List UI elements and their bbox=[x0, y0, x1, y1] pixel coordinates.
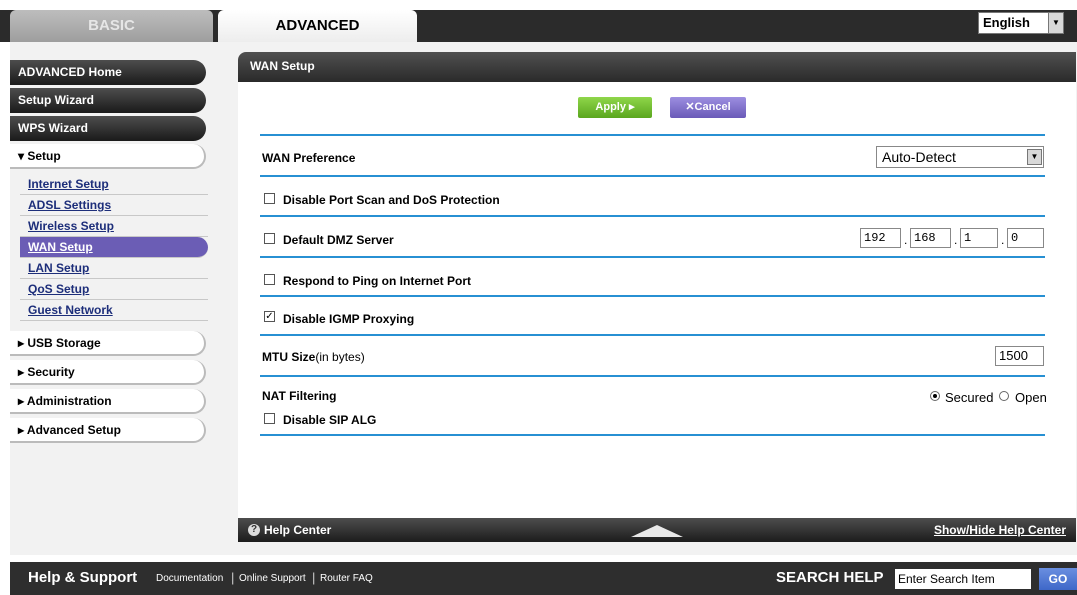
sidebar-item-wps-wizard[interactable]: WPS Wizard bbox=[10, 116, 206, 141]
sidebar-subitem-wireless-setup[interactable]: Wireless Setup bbox=[20, 216, 208, 237]
divider bbox=[260, 215, 1045, 217]
top-tab-bar: BASIC ADVANCED English ▼ bbox=[0, 0, 1077, 42]
sidebar-subitem-qos-setup[interactable]: QoS Setup bbox=[20, 279, 208, 300]
nat-open-label: Open bbox=[1015, 390, 1047, 405]
router-faq-link[interactable]: Router FAQ bbox=[320, 573, 373, 584]
separator: | bbox=[231, 570, 235, 585]
sidebar-subitem-adsl-settings[interactable]: ADSL Settings bbox=[20, 195, 208, 216]
documentation-link[interactable]: Documentation bbox=[156, 573, 223, 584]
ip-dot: . bbox=[904, 233, 908, 247]
mtu-size-unit: (in bytes) bbox=[315, 350, 365, 364]
help-center-bar: ? Help Center Show/Hide Help Center bbox=[238, 518, 1076, 542]
footer-bar: Help & Support Documentation | Online Su… bbox=[10, 562, 1077, 595]
sidebar-item-advanced-setup[interactable]: ▸ Advanced Setup bbox=[10, 418, 206, 443]
disable-sip-label: Disable SIP ALG bbox=[283, 413, 377, 427]
language-value: English bbox=[983, 15, 1030, 30]
divider bbox=[260, 134, 1045, 136]
show-hide-help-link[interactable]: Show/Hide Help Center bbox=[934, 523, 1066, 537]
respond-ping-label: Respond to Ping on Internet Port bbox=[283, 274, 471, 288]
nat-secured-radio[interactable] bbox=[930, 391, 940, 401]
nat-filtering-label: NAT Filtering bbox=[262, 389, 337, 403]
mtu-size-label: MTU Size(in bytes) bbox=[262, 350, 365, 364]
disable-igmp-label: Disable IGMP Proxying bbox=[283, 312, 415, 326]
dmz-ip-octet-1[interactable]: 192 bbox=[860, 228, 901, 248]
sidebar-subitem-guest-network[interactable]: Guest Network bbox=[20, 300, 208, 321]
tab-advanced[interactable]: ADVANCED bbox=[218, 10, 417, 42]
divider bbox=[260, 375, 1045, 377]
wan-preference-select[interactable]: Auto-Detect ▼ bbox=[876, 146, 1044, 168]
tab-basic[interactable]: BASIC bbox=[10, 10, 213, 42]
expand-arrow-icon[interactable] bbox=[631, 525, 683, 537]
default-dmz-label: Default DMZ Server bbox=[283, 233, 394, 247]
main-panel: WAN Setup Apply ▸ ✕Cancel WAN Preference… bbox=[238, 52, 1076, 542]
wan-preference-value: Auto-Detect bbox=[882, 149, 956, 165]
cancel-button[interactable]: ✕Cancel bbox=[670, 97, 746, 118]
divider bbox=[260, 256, 1045, 258]
disable-sip-checkbox[interactable] bbox=[264, 413, 275, 424]
divider bbox=[260, 334, 1045, 336]
sidebar-item-setup[interactable]: ▾ Setup bbox=[10, 144, 206, 169]
respond-ping-checkbox[interactable] bbox=[264, 274, 275, 285]
help-icon: ? bbox=[248, 524, 260, 536]
online-support-link[interactable]: Online Support bbox=[239, 573, 306, 584]
sidebar-subitem-internet-setup[interactable]: Internet Setup bbox=[20, 174, 208, 195]
divider bbox=[260, 434, 1045, 436]
default-dmz-checkbox[interactable] bbox=[264, 233, 275, 244]
wan-preference-label: WAN Preference bbox=[262, 151, 356, 165]
nat-secured-label: Secured bbox=[945, 390, 994, 405]
help-center-label[interactable]: Help Center bbox=[264, 523, 331, 537]
ip-dot: . bbox=[954, 233, 958, 247]
search-input[interactable]: Enter Search Item bbox=[895, 569, 1031, 589]
separator: | bbox=[312, 570, 316, 585]
disable-port-scan-checkbox[interactable] bbox=[264, 193, 275, 204]
language-select[interactable]: English ▼ bbox=[978, 12, 1064, 34]
search-help-label: SEARCH HELP bbox=[776, 569, 884, 586]
go-button[interactable]: GO bbox=[1039, 568, 1077, 590]
ip-dot: . bbox=[1001, 233, 1005, 247]
chevron-down-icon: ▼ bbox=[1027, 149, 1042, 165]
sidebar-item-administration[interactable]: ▸ Administration bbox=[10, 389, 206, 414]
mtu-size-title: MTU Size bbox=[262, 350, 316, 364]
disable-port-scan-label: Disable Port Scan and DoS Protection bbox=[283, 193, 500, 207]
sidebar-item-usb-storage[interactable]: ▸ USB Storage bbox=[10, 331, 206, 356]
nat-open-radio[interactable] bbox=[999, 391, 1009, 401]
sidebar-subitem-wan-setup[interactable]: WAN Setup bbox=[20, 237, 208, 258]
dmz-ip-octet-3[interactable]: 1 bbox=[960, 228, 998, 248]
sidebar-subitem-lan-setup[interactable]: LAN Setup bbox=[20, 258, 208, 279]
sidebar-item-setup-wizard[interactable]: Setup Wizard bbox=[10, 88, 206, 113]
sidebar-item-advanced-home[interactable]: ADVANCED Home bbox=[10, 60, 206, 85]
divider bbox=[260, 175, 1045, 177]
help-support-title: Help & Support bbox=[28, 569, 138, 586]
chevron-down-icon: ▼ bbox=[1048, 13, 1063, 33]
divider bbox=[260, 295, 1045, 297]
panel-title: WAN Setup bbox=[238, 52, 1076, 82]
mtu-size-input[interactable]: 1500 bbox=[995, 346, 1044, 366]
dmz-ip-octet-2[interactable]: 168 bbox=[910, 228, 951, 248]
apply-button[interactable]: Apply ▸ bbox=[578, 97, 652, 118]
disable-igmp-checkbox[interactable]: ✓ bbox=[264, 311, 275, 322]
sidebar-item-security[interactable]: ▸ Security bbox=[10, 360, 206, 385]
dmz-ip-octet-4[interactable]: 0 bbox=[1007, 228, 1044, 248]
